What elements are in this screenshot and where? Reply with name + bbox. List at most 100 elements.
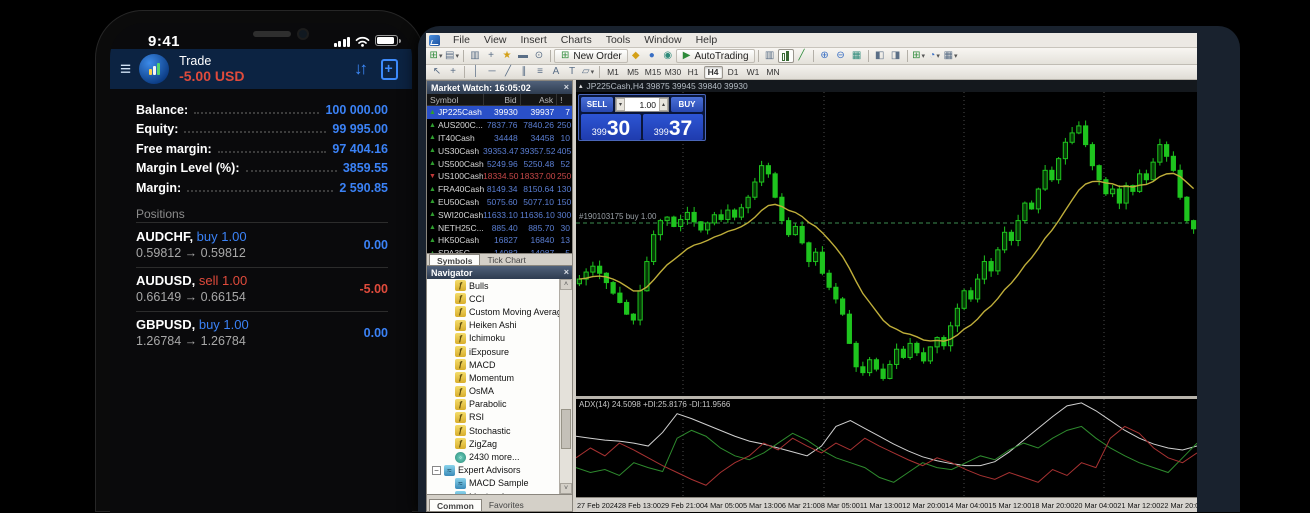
bar-chart-mode-button[interactable]: ▥ (762, 49, 778, 63)
navigator-item[interactable]: ƒBulls (427, 279, 559, 292)
market-watch-toggle[interactable]: ▥ (467, 49, 483, 63)
auto-arrange-button[interactable]: ◧ (872, 49, 888, 63)
new-order-icon[interactable] (381, 59, 398, 80)
text-label-tool[interactable]: T (564, 65, 580, 79)
navigator-item[interactable]: ◦2430 more... (427, 450, 559, 463)
menu-charts[interactable]: Charts (554, 34, 599, 46)
market-watch-row[interactable]: ▲SWI20Cash11633.1011636.10300 (427, 208, 572, 221)
timeframe-m5[interactable]: M5 (624, 66, 643, 79)
menu-insert[interactable]: Insert (514, 34, 554, 46)
timeframe-m15[interactable]: M15 (644, 66, 663, 79)
line-chart-mode-button[interactable]: ╱ (794, 49, 810, 63)
scrollbar-thumb[interactable] (561, 409, 571, 449)
timeframe-h1[interactable]: H1 (684, 66, 703, 79)
menu-tools[interactable]: Tools (599, 34, 638, 46)
zoom-in-button[interactable]: ⊕ (817, 49, 833, 63)
navigator-item[interactable]: ƒMomentum (427, 371, 559, 384)
tab-favorites[interactable]: Favorites (482, 499, 531, 511)
periods-button[interactable]: ◔▾ (927, 49, 943, 63)
timeframe-m30[interactable]: M30 (664, 66, 683, 79)
menu-file[interactable]: File (446, 34, 477, 46)
close-icon[interactable]: × (564, 267, 569, 277)
sell-button[interactable]: SELL (581, 97, 613, 112)
navigator-item[interactable]: ƒStochastic (427, 424, 559, 437)
market-watch-row[interactable]: ▼US100Cash18334.5018337.00250 (427, 170, 572, 183)
autotrading-button[interactable]: ▶ AutoTrading (676, 49, 755, 63)
timeframe-d1[interactable]: D1 (724, 66, 743, 79)
cursor-tool[interactable]: ↖ (429, 65, 445, 79)
buy-price[interactable]: 39937 (643, 114, 703, 140)
tree-expander-icon[interactable]: − (432, 466, 441, 475)
timeframe-m1[interactable]: M1 (604, 66, 623, 79)
navigator-item[interactable]: ƒOsMA (427, 385, 559, 398)
new-chart-button[interactable]: ⊞▾ (428, 49, 444, 63)
zoom-out-button[interactable]: ⊖ (833, 49, 849, 63)
arrange-windows-button[interactable]: ◨ (888, 49, 904, 63)
navigator-item[interactable]: ƒIchimoku (427, 332, 559, 345)
channel-tool[interactable]: ∥ (516, 65, 532, 79)
market-watch-titlebar[interactable]: Market Watch: 16:05:02 × (427, 81, 572, 94)
data-window-toggle[interactable]: + (483, 49, 499, 63)
market-watch-row[interactable]: ▲EU50Cash5075.605077.10150 (427, 196, 572, 209)
lot-decrease-icon[interactable]: ▾ (616, 98, 625, 111)
candle-chart-mode-button[interactable] (778, 49, 794, 63)
market-watch-row[interactable]: ▲AUS200C...7837.767840.26250 (427, 119, 572, 132)
navigator-item[interactable]: ƒCustom Moving Averages (427, 305, 559, 318)
shapes-tool[interactable]: ▱▾ (580, 65, 596, 79)
vertical-line-tool[interactable]: │ (468, 65, 484, 79)
community-button[interactable]: ● (644, 49, 660, 63)
price-chart[interactable]: SELL ▾ 1.00 ▴ BUY 39930 39937 (576, 92, 1197, 396)
templates-button[interactable]: ▦▾ (943, 49, 959, 63)
lot-increase-icon[interactable]: ▴ (659, 98, 668, 111)
market-watch-row[interactable]: ▲US500Cash5249.965250.4852 (427, 157, 572, 170)
navigator-toggle[interactable]: ★ (499, 49, 515, 63)
fibonacci-tool[interactable]: ≡ (532, 65, 548, 79)
scroll-down-icon[interactable]: ˅ (560, 483, 572, 494)
menu-view[interactable]: View (477, 34, 514, 46)
market-search-button[interactable]: ◉ (660, 49, 676, 63)
navigator-item[interactable]: ƒRSI (427, 411, 559, 424)
navigator-item[interactable]: ƒCCI (427, 292, 559, 305)
oneclick-collapse-icon[interactable]: ▴ (579, 82, 583, 90)
market-watch-row[interactable]: ▲IT40Cash344483445810 (427, 132, 572, 145)
strategy-tester-toggle[interactable]: ⊙ (531, 49, 547, 63)
navigator-scrollbar[interactable]: ˄ ˅ (559, 279, 572, 494)
position-row[interactable]: GBPUSD, buy 1.001.26784 → 1.267840.00 (136, 312, 388, 356)
navigator-item[interactable]: ≈MACD Sample (427, 477, 559, 490)
navigator-item[interactable]: ƒZigZag (427, 437, 559, 450)
market-watch-row[interactable]: ▲FRA40Cash8149.348150.64130 (427, 183, 572, 196)
position-row[interactable]: AUDCHF, buy 1.000.59812 → 0.598120.00 (136, 224, 388, 268)
terminal-toggle[interactable]: ▬ (515, 49, 531, 63)
market-watch-row[interactable]: ▲HK50Cash168271684013 (427, 234, 572, 247)
metaeditor-button[interactable]: ◆ (628, 49, 644, 63)
menu-window[interactable]: Window (637, 34, 688, 46)
market-watch-row[interactable]: ▲US30Cash39353.4739357.52405 (427, 144, 572, 157)
trendline-tool[interactable]: ╱ (500, 65, 516, 79)
market-watch-row[interactable]: ▲NETH25C...885.40885.7030 (427, 221, 572, 234)
timeframe-mn[interactable]: MN (764, 66, 783, 79)
text-tool[interactable]: A (548, 65, 564, 79)
scroll-up-icon[interactable]: ˄ (560, 279, 572, 290)
close-icon[interactable]: × (564, 82, 569, 92)
horizontal-line-tool[interactable]: ─ (484, 65, 500, 79)
menu-help[interactable]: Help (689, 34, 725, 46)
sell-price[interactable]: 39930 (581, 114, 641, 140)
timeframe-w1[interactable]: W1 (744, 66, 763, 79)
profiles-button[interactable]: ▤▾ (444, 49, 460, 63)
navigator-item[interactable]: ƒParabolic (427, 398, 559, 411)
navigator-item[interactable]: −≈Expert Advisors (427, 464, 559, 477)
indicators-button[interactable]: ⊞▾ (911, 49, 927, 63)
tab-common[interactable]: Common (429, 499, 482, 511)
timeframe-h4[interactable]: H4 (704, 66, 723, 79)
hamburger-menu-icon[interactable]: ≡ (120, 60, 131, 79)
market-watch-row[interactable]: ▲JP225Cash39930399377 (427, 106, 572, 119)
position-row[interactable]: AUDUSD, sell 1.000.66149 → 0.66154-5.00 (136, 268, 388, 312)
crosshair-tool[interactable]: + (445, 65, 461, 79)
sort-transfer-icon[interactable]: ↓↑ (354, 59, 365, 79)
tile-windows-button[interactable]: ▦ (849, 49, 865, 63)
buy-button[interactable]: BUY (671, 97, 703, 112)
new-order-button[interactable]: ⊞ New Order (554, 49, 628, 63)
navigator-titlebar[interactable]: Navigator × (427, 266, 572, 279)
navigator-item[interactable]: ƒiExposure (427, 345, 559, 358)
market-watch-row[interactable]: ▲SPA35C...14082140875 (427, 247, 572, 253)
